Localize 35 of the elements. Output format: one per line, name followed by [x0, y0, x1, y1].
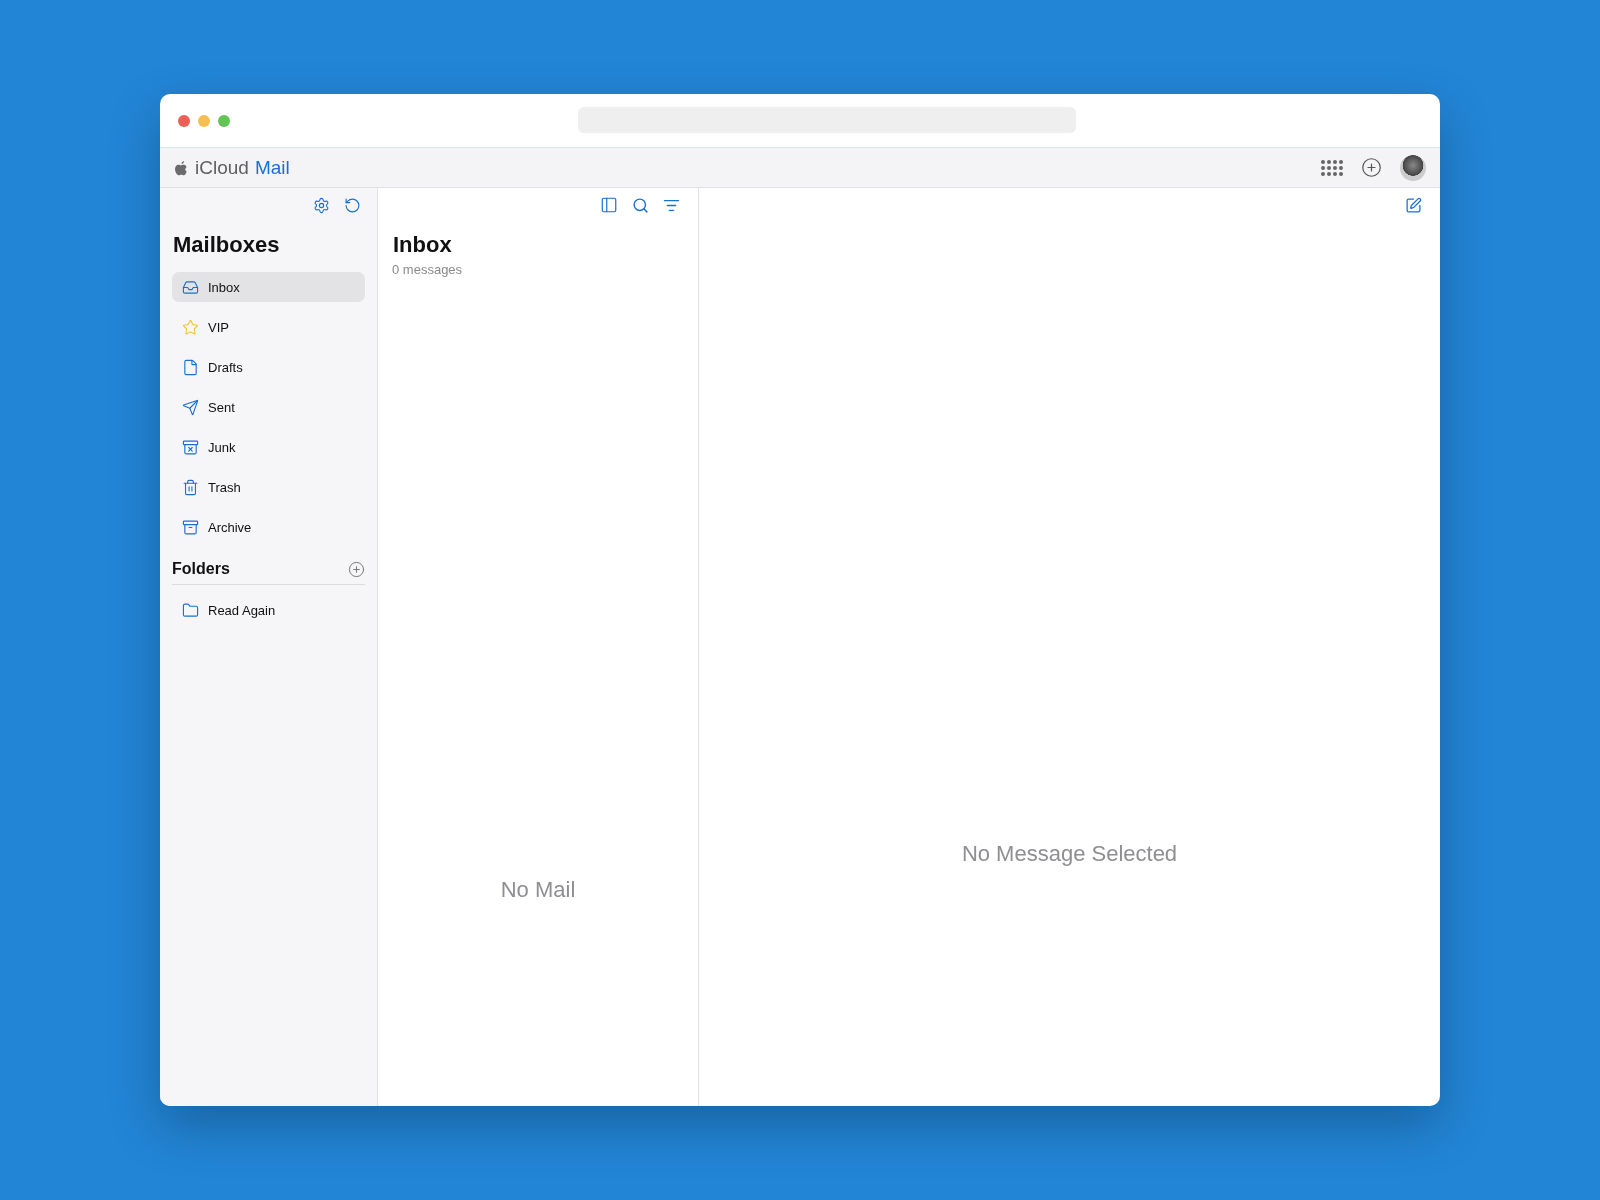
junk-box-icon	[182, 438, 199, 456]
add-folder-icon[interactable]	[348, 560, 365, 578]
list-title: Inbox	[393, 232, 453, 258]
message-count: 0 messages	[392, 262, 464, 277]
avatar[interactable]	[1400, 154, 1426, 181]
document-icon	[182, 358, 199, 376]
refresh-icon[interactable]	[344, 196, 361, 214]
section-title: Folders	[172, 560, 230, 578]
sidebar-toggle-icon[interactable]	[600, 196, 618, 214]
app-name: Mail	[254, 156, 290, 179]
empty-message: No Mail	[500, 877, 576, 903]
settings-icon[interactable]	[313, 196, 330, 214]
add-icon[interactable]	[1361, 157, 1382, 178]
search-icon[interactable]	[632, 196, 649, 214]
mailbox-item[interactable]: Archive	[172, 512, 365, 542]
trash-icon	[182, 478, 199, 496]
apple-logo-icon	[173, 158, 189, 177]
sidebar-title: Mailboxes	[173, 232, 281, 258]
mailbox-item[interactable]: VIP	[172, 312, 365, 342]
mailbox-item[interactable]: Inbox	[172, 272, 365, 302]
star-icon	[182, 318, 199, 336]
close-button[interactable]	[178, 114, 190, 127]
app-grid-icon[interactable]	[1321, 159, 1343, 176]
inbox-tray-icon	[182, 278, 199, 296]
folder-icon	[182, 601, 199, 619]
mailbox-item[interactable]: Drafts	[172, 352, 365, 382]
empty-message: No Message Selected	[961, 841, 1178, 867]
mailbox-item[interactable]: Trash	[172, 472, 365, 502]
mailbox-item[interactable]: Read Again	[172, 595, 365, 625]
compose-icon[interactable]	[1405, 196, 1422, 214]
paper-plane-icon	[182, 398, 199, 416]
mailbox-item[interactable]: Sent	[172, 392, 365, 422]
archive-box-icon	[182, 518, 199, 536]
mailbox-item[interactable]: Junk	[172, 432, 365, 462]
brand-name: iCloud	[195, 156, 249, 179]
